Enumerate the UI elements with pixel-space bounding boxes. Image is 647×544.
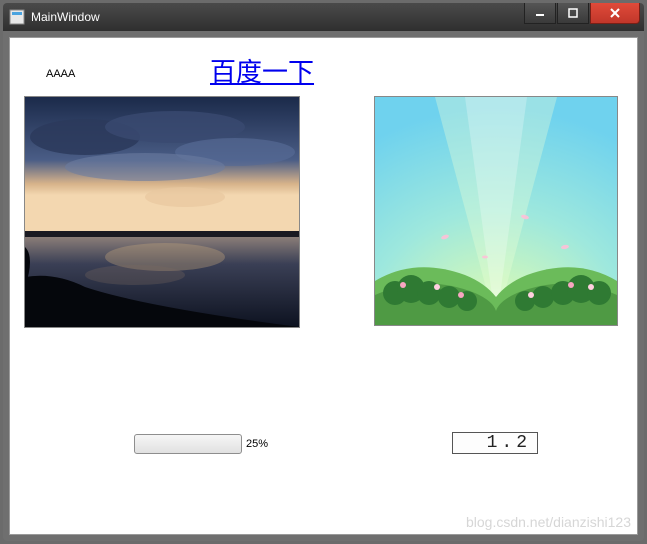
- window-frame: AAAA 百度一下: [3, 31, 644, 541]
- titlebar[interactable]: MainWindow: [3, 3, 644, 31]
- minimize-icon: [535, 8, 545, 18]
- window-chrome: MainWindow AAAA 百度一: [0, 0, 647, 544]
- minimize-button[interactable]: [524, 3, 556, 24]
- app-icon: [9, 9, 25, 25]
- progress-label: 25%: [246, 438, 268, 450]
- image-right: [374, 96, 618, 326]
- cartoon-meadow-icon: [375, 97, 617, 325]
- lcd-display: 1.2: [452, 432, 538, 454]
- image-left: [24, 96, 300, 328]
- close-button[interactable]: [590, 3, 640, 24]
- label-small: AAAA: [46, 68, 75, 80]
- sunset-photo-icon: [25, 97, 299, 327]
- close-icon: [609, 8, 621, 18]
- watermark: blog.csdn.net/dianzishi123: [466, 514, 631, 530]
- maximize-button[interactable]: [557, 3, 589, 24]
- client-area: AAAA 百度一下: [9, 37, 638, 535]
- window-controls: [523, 3, 640, 31]
- maximize-icon: [568, 8, 578, 18]
- progress-bar: 25%: [134, 434, 268, 454]
- progress-track: [134, 434, 242, 454]
- window-title: MainWindow: [31, 10, 100, 24]
- baidu-link[interactable]: 百度一下: [210, 52, 314, 89]
